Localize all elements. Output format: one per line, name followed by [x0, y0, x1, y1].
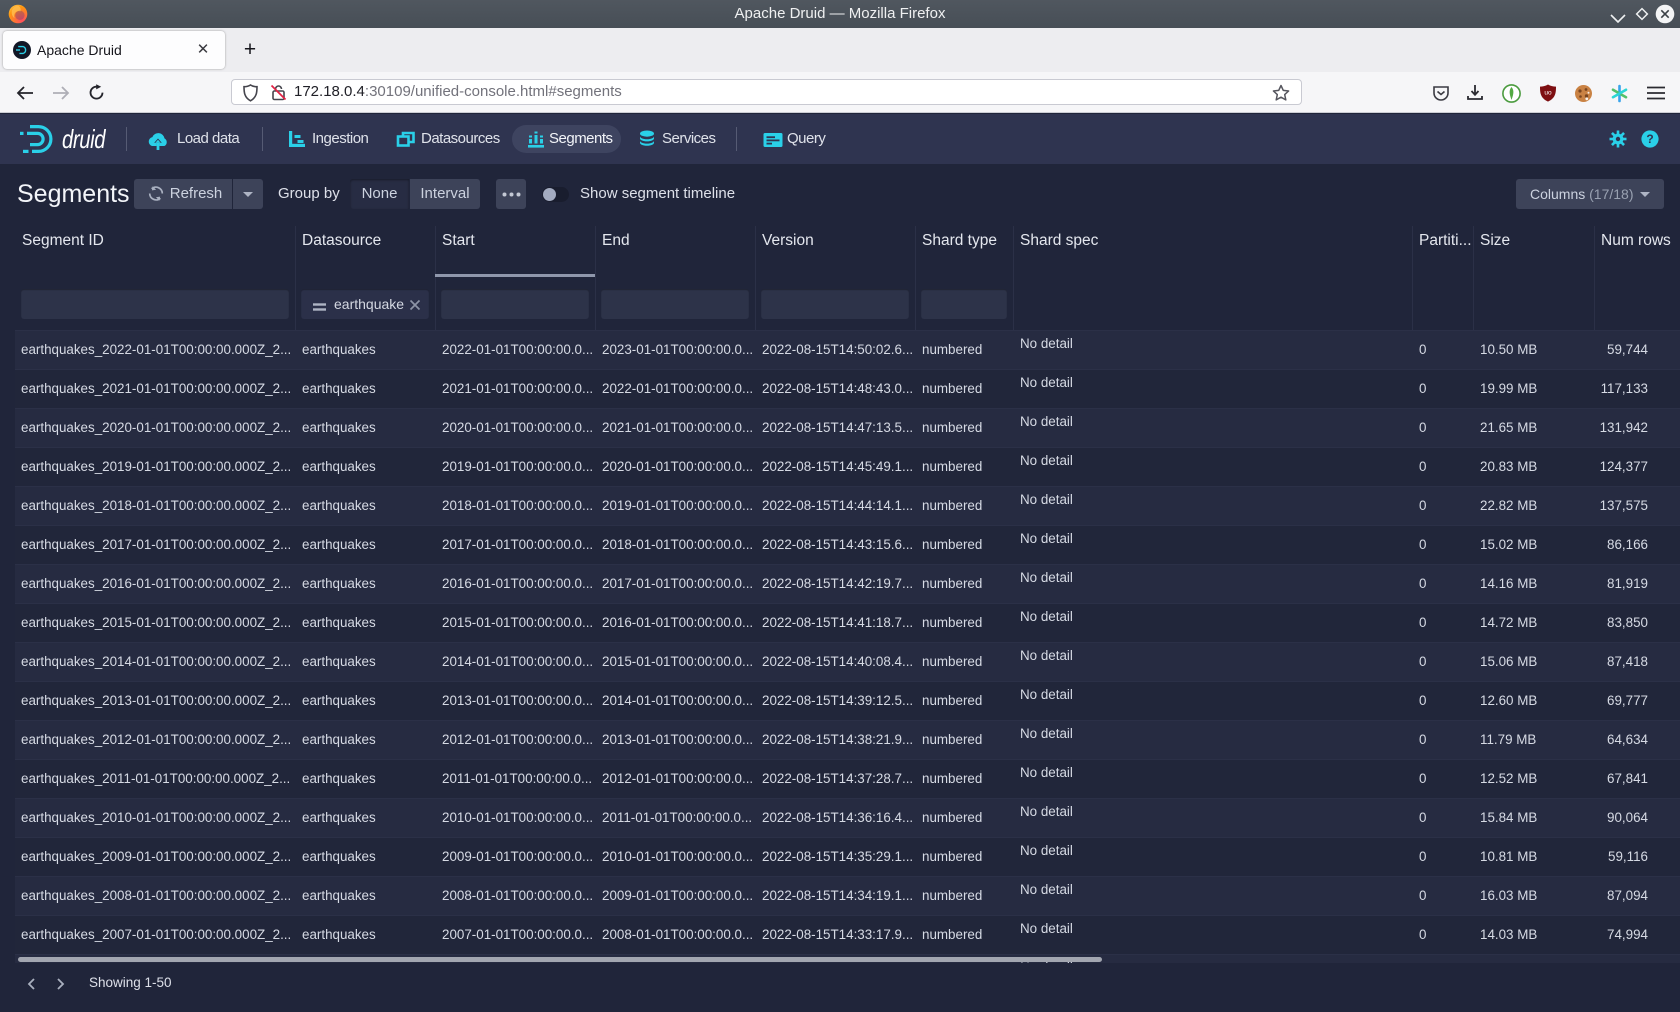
svg-text:uo: uo	[1544, 90, 1552, 97]
svg-text:?: ?	[1646, 132, 1653, 146]
